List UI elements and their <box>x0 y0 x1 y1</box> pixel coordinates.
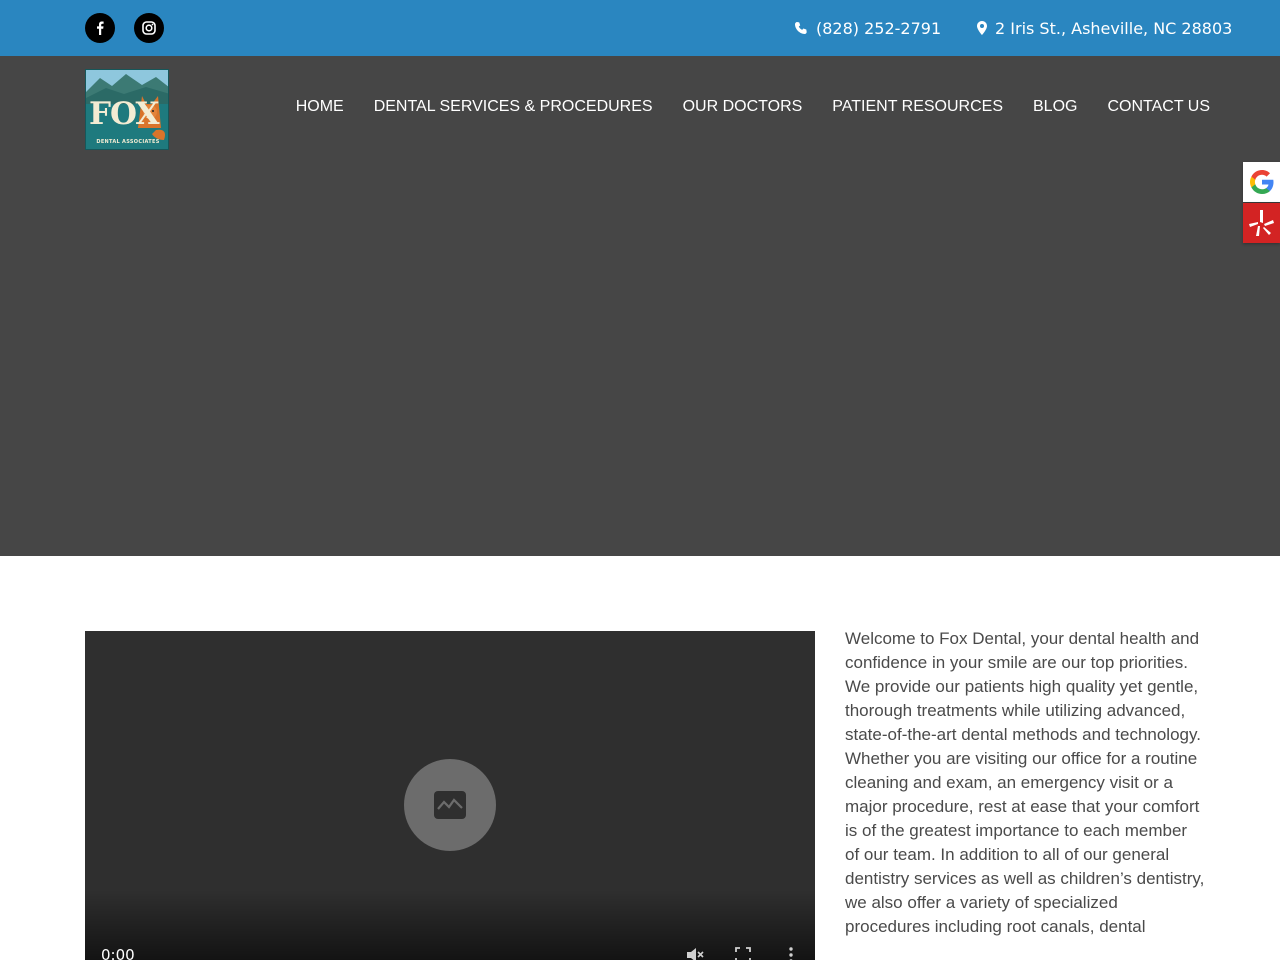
welcome-paragraph: Welcome to Fox Dental, your dental healt… <box>845 629 1205 936</box>
more-options-icon[interactable] <box>781 945 801 960</box>
hero-banner: FOX DENTAL ASSOCIATES HOME DENTAL SERVIC… <box>0 56 1280 556</box>
nav-home[interactable]: HOME <box>296 98 344 116</box>
google-review-tab[interactable] <box>1243 162 1280 202</box>
nav-contact-us[interactable]: CONTACT US <box>1107 98 1210 116</box>
site-logo[interactable]: FOX DENTAL ASSOCIATES <box>85 69 169 150</box>
logo-wordmark: FOX <box>89 96 160 132</box>
instagram-icon <box>142 21 156 35</box>
top-bar: (828) 252-2791 2 Iris St., Asheville, NC… <box>0 0 1280 56</box>
nav-dental-services[interactable]: DENTAL SERVICES & PROCEDURES <box>374 98 653 116</box>
nav-blog[interactable]: BLOG <box>1033 98 1077 116</box>
phone-icon <box>795 22 807 34</box>
map-marker-icon <box>977 21 987 35</box>
video-controls-shade <box>85 890 815 960</box>
nav-our-doctors[interactable]: OUR DOCTORS <box>683 98 803 116</box>
mute-icon[interactable] <box>685 945 705 960</box>
main-navigation: HOME DENTAL SERVICES & PROCEDURES OUR DO… <box>266 98 1210 116</box>
address-link[interactable]: 2 Iris St., Asheville, NC 28803 <box>977 0 1232 56</box>
yelp-icon <box>1248 210 1274 236</box>
phone-link[interactable]: (828) 252-2791 <box>794 0 941 56</box>
google-icon <box>1249 170 1273 194</box>
logo-subtitle: DENTAL ASSOCIATES <box>96 139 160 145</box>
nav-patient-resources[interactable]: PATIENT RESOURCES <box>832 98 1003 116</box>
video-placeholder-button[interactable] <box>404 759 496 851</box>
yelp-review-tab[interactable] <box>1243 203 1280 243</box>
video-time: 0:00 <box>101 946 135 960</box>
instagram-link[interactable] <box>134 13 164 43</box>
fullscreen-icon[interactable] <box>733 945 753 960</box>
phone-number: (828) 252-2791 <box>816 18 942 38</box>
facebook-link[interactable] <box>85 13 115 43</box>
facebook-icon <box>97 21 104 35</box>
broken-image-icon <box>434 791 466 819</box>
address-text: 2 Iris St., Asheville, NC 28803 <box>995 18 1233 38</box>
intro-video-player[interactable]: 0:00 <box>85 631 815 960</box>
